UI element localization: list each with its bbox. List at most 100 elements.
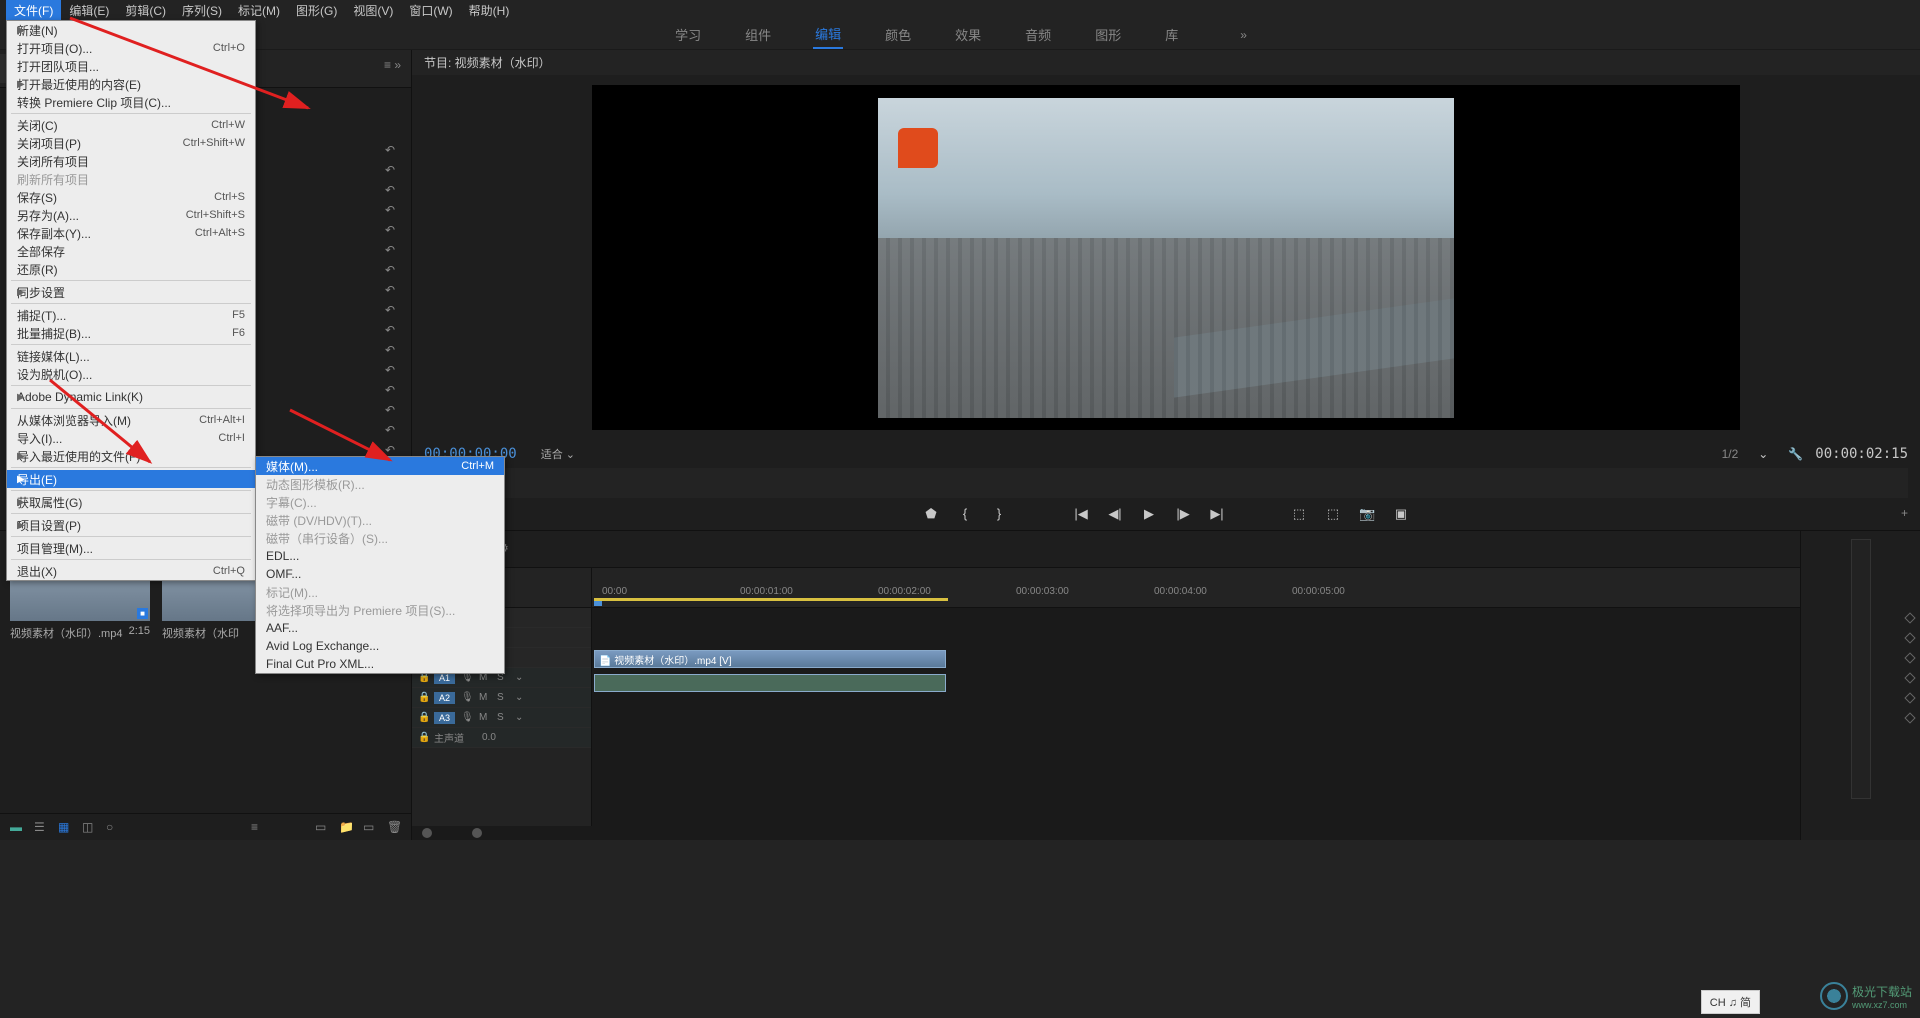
program-panel-tab[interactable]: 节目: 视频素材（水印） bbox=[424, 56, 551, 70]
zoom-level[interactable]: 1/2 bbox=[1722, 447, 1739, 461]
extract-icon[interactable]: ⬚ bbox=[1325, 506, 1341, 522]
audio-clip[interactable] bbox=[594, 674, 946, 692]
work-area-bar[interactable] bbox=[594, 598, 948, 601]
menu-item[interactable]: 刷新所有项目 bbox=[7, 170, 255, 188]
menu-item[interactable]: 关闭(C)Ctrl+W bbox=[7, 116, 255, 134]
menu-item[interactable]: 关闭所有项目 bbox=[7, 152, 255, 170]
submenu-item[interactable]: EDL... bbox=[256, 547, 504, 565]
menu-item[interactable]: 打开最近使用的内容(E)▶ bbox=[7, 75, 255, 93]
menu-item[interactable]: 全部保存 bbox=[7, 242, 255, 260]
menu-item[interactable]: 保存副本(Y)...Ctrl+Alt+S bbox=[7, 224, 255, 242]
menu-item[interactable]: 还原(R) bbox=[7, 260, 255, 278]
site-logo-icon bbox=[1820, 982, 1848, 1010]
menu-item[interactable]: 新建(N)▶ bbox=[7, 21, 255, 39]
submenu-item[interactable]: Avid Log Exchange... bbox=[256, 637, 504, 655]
track-a2[interactable]: 🔒A2🎙MS⌄ bbox=[412, 688, 591, 708]
new-item-icon[interactable]: ▭ bbox=[363, 820, 377, 834]
menu-item[interactable]: 同步设置▶ bbox=[7, 283, 255, 301]
freeform-view-icon[interactable]: ◫ bbox=[82, 820, 96, 834]
go-to-out-icon[interactable]: ▶| bbox=[1209, 506, 1225, 522]
menu-item[interactable]: 保存(S)Ctrl+S bbox=[7, 188, 255, 206]
menu-graphics[interactable]: 图形(G) bbox=[288, 0, 345, 20]
menu-item[interactable]: 项目管理(M)... bbox=[7, 539, 255, 557]
menu-item[interactable]: 打开项目(O)...Ctrl+O bbox=[7, 39, 255, 57]
sort-icon[interactable]: ○ bbox=[106, 820, 120, 834]
program-monitor[interactable] bbox=[592, 85, 1740, 430]
menu-item[interactable]: 转换 Premiere Clip 项目(C)... bbox=[7, 93, 255, 111]
submenu-item[interactable]: AAF... bbox=[256, 619, 504, 637]
menu-item[interactable]: 退出(X)Ctrl+Q bbox=[7, 562, 255, 580]
menu-edit[interactable]: 编辑(E) bbox=[61, 0, 117, 20]
video-preview bbox=[878, 98, 1454, 418]
menu-item[interactable]: 从媒体浏览器导入(M)Ctrl+Alt+I bbox=[7, 411, 255, 429]
track-a3[interactable]: 🔒A3🎙MS⌄ bbox=[412, 708, 591, 728]
zoom-fit-dropdown[interactable]: 适合 ⌄ bbox=[541, 446, 575, 462]
menu-file[interactable]: 文件(F) bbox=[6, 0, 61, 20]
timeline-panel: ⊢ ⊂ ◆ ⚙ 🔒V3👁 🔒V2👁 🔒V1👁 🔒A1🎙MS⌄ 🔒A2🎙MS⌄ 🔒… bbox=[412, 531, 1800, 840]
compare-icon[interactable]: ▣ bbox=[1393, 506, 1409, 522]
filter-bin-icon[interactable]: ▬ bbox=[10, 820, 24, 834]
ws-effects[interactable]: 效果 bbox=[953, 21, 983, 48]
menu-item[interactable]: 导入最近使用的文件(F)▶ bbox=[7, 447, 255, 465]
ws-libraries[interactable]: 库 bbox=[1163, 21, 1180, 48]
program-timeline-ruler[interactable] bbox=[424, 468, 1908, 498]
automate-icon[interactable]: ≡ bbox=[251, 820, 265, 834]
track-master[interactable]: 🔒主声道0.0 bbox=[412, 728, 591, 748]
menu-item[interactable]: 链接媒体(L)... bbox=[7, 347, 255, 365]
menu-window[interactable]: 窗口(W) bbox=[401, 0, 460, 20]
menu-help[interactable]: 帮助(H) bbox=[461, 0, 518, 20]
menu-item[interactable]: 另存为(A)...Ctrl+Shift+S bbox=[7, 206, 255, 224]
new-bin-icon[interactable]: 📁 bbox=[339, 820, 353, 834]
lift-icon[interactable]: ⬚ bbox=[1291, 506, 1307, 522]
panel-menu-icon[interactable]: ≡ » bbox=[374, 54, 411, 76]
timeline-scrollbar[interactable] bbox=[412, 826, 1800, 840]
list-view-icon[interactable]: ☰ bbox=[34, 820, 48, 834]
mark-in-icon[interactable]: { bbox=[957, 506, 973, 522]
play-icon[interactable]: ▶ bbox=[1141, 506, 1157, 522]
button-editor-icon[interactable]: + bbox=[1901, 506, 1908, 520]
menu-item[interactable]: 捕捉(T)...F5 bbox=[7, 306, 255, 324]
menu-item[interactable]: 导入(I)...Ctrl+I bbox=[7, 429, 255, 447]
time-ruler[interactable]: 00:00 00:00:01:00 00:00:02:00 00:00:03:0… bbox=[592, 568, 1800, 608]
timeline-tracks[interactable]: 00:00 00:00:01:00 00:00:02:00 00:00:03:0… bbox=[592, 568, 1800, 826]
ws-graphics[interactable]: 图形 bbox=[1093, 21, 1123, 48]
menu-sequence[interactable]: 序列(S) bbox=[174, 0, 230, 20]
menu-item[interactable]: 导出(E)▶ bbox=[7, 470, 255, 488]
scroll-thumb-right[interactable] bbox=[472, 828, 482, 838]
menu-item[interactable]: 批量捕捉(B)...F6 bbox=[7, 324, 255, 342]
submenu-item[interactable]: Final Cut Pro XML... bbox=[256, 655, 504, 673]
ruler-tick: 00:00 bbox=[602, 586, 627, 597]
menu-item[interactable]: 打开团队项目... bbox=[7, 57, 255, 75]
step-forward-icon[interactable]: |▶ bbox=[1175, 506, 1191, 522]
menu-item[interactable]: Adobe Dynamic Link(K)▶ bbox=[7, 388, 255, 406]
menu-view[interactable]: 视图(V) bbox=[345, 0, 401, 20]
clear-icon[interactable]: 🗑 bbox=[387, 820, 401, 834]
submenu-item[interactable]: 媒体(M)...Ctrl+M bbox=[256, 457, 504, 475]
ime-indicator[interactable]: CH ♫ 简 bbox=[1701, 990, 1760, 1014]
step-back-icon[interactable]: ◀| bbox=[1107, 506, 1123, 522]
video-clip[interactable]: 📄 视频素材（水印）.mp4 [V] bbox=[594, 650, 946, 668]
go-to-in-icon[interactable]: |◀ bbox=[1073, 506, 1089, 522]
menu-item[interactable]: 设为脱机(O)... bbox=[7, 365, 255, 383]
ws-assembly[interactable]: 组件 bbox=[743, 21, 773, 48]
menu-item[interactable]: 项目设置(P)▶ bbox=[7, 516, 255, 534]
submenu-item[interactable]: OMF... bbox=[256, 565, 504, 583]
add-marker-icon[interactable]: ⬟ bbox=[923, 506, 939, 522]
ws-overflow-icon[interactable]: » bbox=[1240, 28, 1247, 42]
menu-item[interactable]: 获取属性(G)▶ bbox=[7, 493, 255, 511]
menu-clip[interactable]: 剪辑(C) bbox=[117, 0, 174, 20]
scroll-thumb-left[interactable] bbox=[422, 828, 432, 838]
undo-icon: ↶ bbox=[385, 383, 403, 397]
menu-marker[interactable]: 标记(M) bbox=[230, 0, 288, 20]
find-icon[interactable]: ▭ bbox=[315, 820, 329, 834]
export-frame-icon[interactable]: 📷 bbox=[1359, 506, 1375, 522]
ws-editing[interactable]: 编辑 bbox=[813, 20, 843, 49]
ws-color[interactable]: 颜色 bbox=[883, 21, 913, 48]
menu-item[interactable]: 关闭项目(P)Ctrl+Shift+W bbox=[7, 134, 255, 152]
ws-audio[interactable]: 音频 bbox=[1023, 21, 1053, 48]
icon-view-icon[interactable]: ▦ bbox=[58, 820, 72, 834]
submenu-item: 标记(M)... bbox=[256, 583, 504, 601]
mark-out-icon[interactable]: } bbox=[991, 506, 1007, 522]
ws-learn[interactable]: 学习 bbox=[673, 21, 703, 48]
settings-wrench-icon[interactable]: 🔧 bbox=[1788, 447, 1803, 461]
